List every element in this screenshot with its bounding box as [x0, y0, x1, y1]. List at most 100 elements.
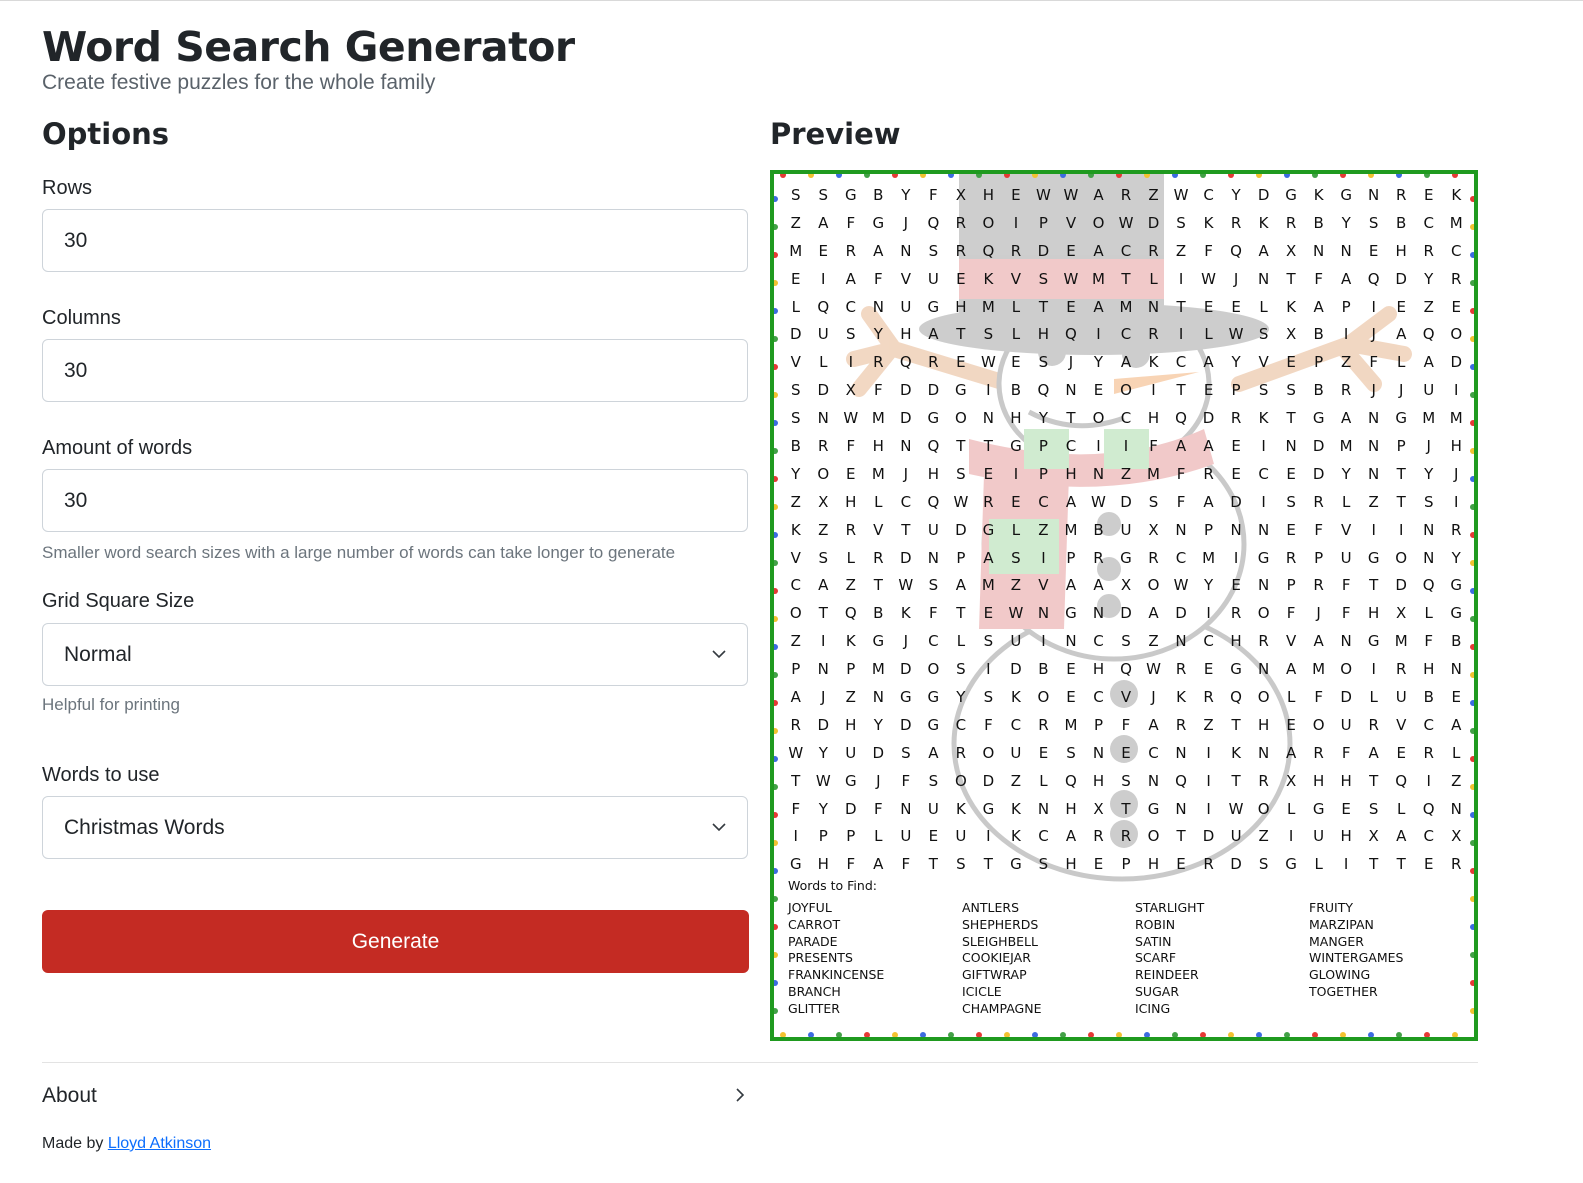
grid-cell: P — [1314, 548, 1324, 567]
grid-cell: O — [1257, 688, 1270, 707]
grid-cell: G — [982, 520, 995, 539]
grid-cell: X — [1093, 799, 1104, 818]
generate-button[interactable]: Generate — [42, 910, 749, 973]
grid-cell: R — [1313, 576, 1324, 595]
light-bulb — [774, 952, 778, 958]
grid-cell: F — [929, 186, 938, 204]
grid-cell: S — [818, 548, 829, 567]
grid-cell: W — [843, 409, 859, 428]
page-subtitle: Create festive puzzles for the whole fam… — [42, 71, 436, 94]
columns-input[interactable] — [43, 340, 747, 401]
grid-cell: S — [1176, 213, 1186, 232]
grid-cell: F — [1176, 464, 1186, 483]
grid-cell: Y — [873, 715, 883, 734]
grid-cell: E — [1231, 297, 1241, 316]
grid-cell: U — [927, 269, 939, 288]
grid-cell: R — [955, 241, 967, 260]
grid-cell: I — [1013, 213, 1019, 232]
grid-cell: T — [956, 325, 966, 344]
grid-cell: C — [1010, 715, 1022, 734]
author-link[interactable]: Lloyd Atkinson — [108, 1135, 211, 1152]
grid-cell: T — [956, 604, 966, 623]
grid-cell: Y — [1231, 186, 1241, 204]
grid-cell: A — [1423, 353, 1434, 372]
columns-field[interactable] — [42, 339, 748, 402]
grid-cell: D — [1202, 409, 1215, 428]
light-bulb — [774, 588, 778, 594]
grid-cell: D — [872, 743, 885, 762]
chevron-right-icon[interactable] — [732, 1087, 748, 1103]
grid-cell: B — [790, 437, 801, 456]
grid-cell: E — [1423, 855, 1434, 874]
grid-cell: D — [1010, 660, 1022, 679]
grid-cell: S — [956, 855, 966, 874]
grid-cell: K — [1148, 353, 1159, 372]
grid-cell: R — [1258, 632, 1269, 651]
grid-cell: C — [1093, 632, 1104, 651]
light-bulb — [774, 924, 778, 930]
grid-cell: B — [1313, 325, 1324, 344]
made-by-text: Made by — [42, 1135, 104, 1152]
grid-cell: Z — [1423, 297, 1434, 316]
grid-cell: N — [900, 437, 912, 456]
grid-cell: D — [927, 381, 940, 400]
grid-cell: H — [1340, 771, 1352, 790]
light-bulb — [1470, 448, 1474, 454]
grid-cell: H — [1340, 827, 1352, 846]
amount-field[interactable] — [42, 469, 748, 532]
words-select[interactable]: Christmas Words — [42, 796, 748, 859]
grid-cell: D — [1450, 353, 1463, 372]
grid-cell: W — [815, 771, 831, 790]
grid-cell: N — [817, 660, 829, 679]
grid-cell: S — [901, 743, 911, 762]
light-bulb — [1088, 1032, 1094, 1037]
word-column-2: ANTLERS SHEPHERDS SLEIGHBELL COOKIEJAR GIFTW… — [962, 900, 1041, 1018]
rows-input[interactable] — [43, 210, 747, 271]
grid-cell: A — [1065, 576, 1077, 595]
grid-cell: K — [1010, 688, 1021, 707]
grid-size-select[interactable]: Normal — [42, 623, 748, 686]
grid-cell: D — [1230, 855, 1242, 874]
light-bulb — [1088, 174, 1094, 178]
grid-cell: I — [1454, 492, 1459, 511]
grid-cell: A — [845, 269, 856, 288]
amount-input[interactable] — [43, 470, 747, 531]
grid-cell: C — [845, 297, 857, 316]
grid-cell: L — [1011, 520, 1021, 539]
grid-cell: N — [1340, 632, 1352, 651]
grid-cell: T — [1369, 855, 1379, 874]
light-bulb — [1172, 1032, 1178, 1037]
grid-cell: R — [1038, 715, 1049, 734]
about-toggle[interactable]: About — [42, 1083, 97, 1109]
word-item: GLOWING — [1309, 967, 1371, 983]
grid-cell: N — [1257, 520, 1270, 539]
grid-cell: D — [900, 715, 912, 734]
grid-cell: A — [928, 743, 939, 762]
rows-field[interactable] — [42, 209, 748, 272]
grid-cell: R — [1451, 520, 1462, 539]
grid-cell: C — [790, 576, 801, 595]
grid-cell: F — [846, 213, 856, 232]
grid-cell: W — [898, 576, 914, 595]
light-bulb — [836, 1032, 842, 1037]
grid-cell: H — [1312, 771, 1325, 790]
grid-cell: S — [1148, 492, 1159, 511]
grid-cell: E — [928, 827, 939, 846]
grid-cell: C — [1175, 548, 1187, 567]
grid-cell: U — [817, 325, 829, 344]
grid-cell: A — [1258, 241, 1269, 260]
grid-cell: L — [874, 492, 883, 511]
light-bulb — [1470, 532, 1474, 538]
grid-cell: O — [817, 464, 830, 483]
grid-cell: S — [1258, 381, 1269, 400]
grid-cell: V — [1038, 576, 1049, 595]
grid-cell: E — [1011, 353, 1021, 372]
grid-cell: W — [1091, 492, 1106, 511]
grid-cell: Z — [1368, 492, 1379, 511]
grid-cell: M — [871, 660, 885, 679]
grid-cell: I — [1288, 827, 1294, 846]
grid-cell: W — [788, 743, 804, 762]
grid-cell: P — [1038, 437, 1048, 456]
grid-cell: E — [1423, 186, 1434, 204]
light-bulb — [774, 644, 778, 650]
